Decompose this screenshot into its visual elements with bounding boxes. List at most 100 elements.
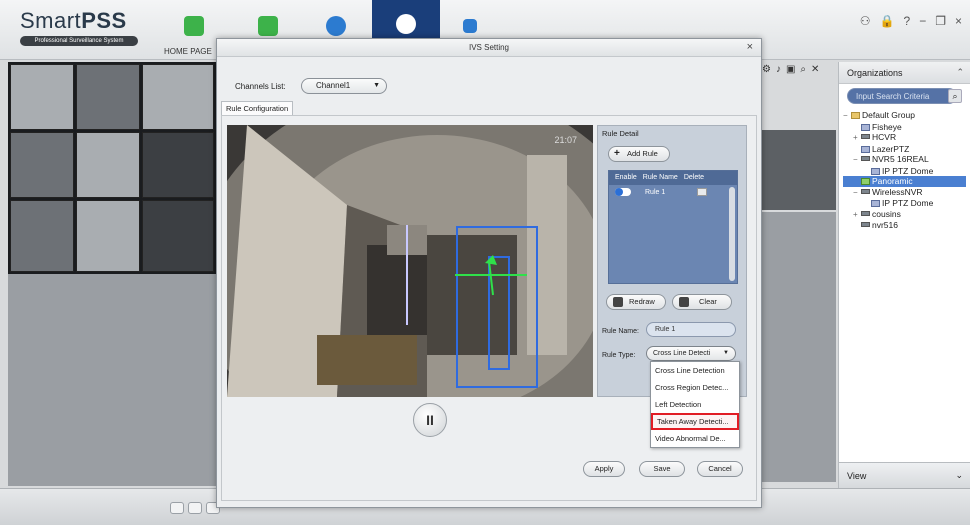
rule-type-option[interactable]: Video Abnormal De... (651, 430, 739, 447)
column-delete: Delete (683, 174, 705, 181)
trash-icon (679, 297, 689, 307)
tree-node[interactable]: + HCVR (843, 132, 966, 144)
video-cell[interactable] (142, 132, 214, 198)
device-icon (861, 210, 870, 216)
video-preview[interactable]: 21:07 (227, 125, 593, 397)
tab-rule-configuration[interactable]: Rule Configuration (221, 101, 294, 115)
layout-button[interactable] (188, 502, 202, 514)
tree-node[interactable]: − NVR5 16REAL (843, 154, 966, 166)
user-icon[interactable]: ⚇ (860, 14, 871, 28)
background-area (762, 212, 836, 482)
view-label: View (847, 471, 867, 481)
rule-type-option[interactable]: Cross Line Detection (651, 362, 739, 379)
tree-node[interactable]: Panoramic (843, 176, 966, 187)
tree-node[interactable]: nvr516 (843, 220, 966, 231)
video-cell[interactable] (76, 200, 140, 272)
close-icon[interactable]: × (955, 14, 962, 28)
video-cell[interactable] (76, 64, 140, 130)
layout-button[interactable] (170, 502, 184, 514)
view-footer[interactable]: View ⌄ (839, 462, 970, 488)
rule-name-input[interactable] (646, 322, 736, 337)
rule-detail-title: Rule Detail (602, 129, 639, 138)
table-row[interactable]: Rule 1 (609, 185, 737, 199)
rule-type-option[interactable]: Taken Away Detecti... (651, 413, 739, 430)
tree-node-label: Default Group (862, 110, 915, 120)
rule-type-option[interactable]: Left Detection (651, 396, 739, 413)
tree-node[interactable]: Fisheye (843, 122, 966, 133)
rule-detail-panel: Rule Detail + Add Rule Enable Rule Name … (597, 125, 747, 397)
redraw-icon (613, 297, 623, 307)
organizations-header[interactable]: Organizations ⌃ (839, 62, 970, 84)
rule-table-header: Enable Rule Name Delete (609, 171, 737, 185)
add-rule-button[interactable]: + Add Rule (608, 146, 670, 162)
video-toolbar: ⚙ ♪ ▣ ⌕ ✕ (762, 64, 819, 75)
video-cell[interactable] (142, 200, 214, 272)
record-icon[interactable]: ▣ (786, 64, 795, 75)
tree-node-label: nvr516 (872, 220, 898, 230)
minimize-icon[interactable]: − (919, 14, 926, 28)
organizations-title: Organizations (847, 68, 903, 78)
enable-toggle[interactable] (615, 188, 631, 196)
rule-table-scrollbar[interactable] (729, 187, 735, 281)
tree-node-label: NVR5 16REAL (872, 154, 929, 164)
tree-node[interactable]: IP PTZ Dome (843, 198, 966, 209)
channels-list-label: Channels List: (235, 82, 286, 91)
tree-node-label: WirelessNVR (872, 186, 923, 197)
video-cell[interactable] (10, 64, 74, 130)
zoom-icon[interactable]: ⌕ (800, 64, 806, 75)
app-logo: SmartPSS Professional Surveillance Syste… (20, 8, 138, 46)
rule-table: Enable Rule Name Delete Rule 1 (608, 170, 738, 284)
tree-node[interactable]: + cousins (843, 209, 966, 221)
logo-text-bold: PSS (81, 8, 127, 33)
expand-icon[interactable]: + (853, 210, 861, 221)
rule-type-select[interactable]: Cross Line Detecti ▼ (646, 346, 736, 361)
video-cell[interactable] (10, 132, 74, 198)
channels-select[interactable]: Channel1 ▼ (301, 78, 387, 94)
video-wall (8, 62, 216, 274)
collapse-icon[interactable]: − (853, 155, 861, 166)
save-button[interactable]: Save (639, 461, 685, 477)
chevron-down-icon[interactable]: ⌄ (955, 470, 963, 481)
dialog-title: IVS Setting (217, 39, 761, 57)
chevron-up-icon[interactable]: ⌃ (956, 67, 964, 78)
close-icon[interactable]: × (747, 41, 753, 53)
tree-node[interactable]: IP PTZ Dome (843, 166, 966, 177)
apply-button[interactable]: Apply (583, 461, 625, 477)
pause-button[interactable]: II (413, 403, 447, 437)
collapse-icon[interactable]: − (853, 188, 861, 199)
help-icon[interactable]: ? (904, 14, 911, 28)
settings-icon[interactable]: ⚙ (762, 64, 771, 75)
collapse-icon[interactable]: − (843, 111, 851, 122)
camera-icon (871, 200, 880, 207)
tree-node[interactable]: − Default Group (843, 110, 966, 122)
close-icon[interactable]: ✕ (811, 64, 819, 75)
restore-icon[interactable]: ❐ (935, 14, 946, 28)
tree-node-label: HCVR (872, 132, 897, 142)
rule-type-option[interactable]: Cross Region Detec... (651, 379, 739, 396)
video-cell[interactable] (10, 200, 74, 272)
tree-node[interactable]: LazerPTZ (843, 144, 966, 155)
clear-button[interactable]: Clear (672, 294, 732, 310)
fisheye-scene (227, 125, 593, 397)
video-cell[interactable] (142, 64, 214, 130)
audio-icon[interactable]: ♪ (776, 64, 781, 75)
rule-type-value: Cross Line Detecti (653, 350, 711, 357)
org-search: ⌕ (847, 88, 962, 104)
tree-node-label: LazerPTZ (872, 143, 910, 154)
video-cell[interactable] (76, 132, 140, 198)
cancel-button[interactable]: Cancel (697, 461, 743, 477)
column-rule-name: Rule Name (642, 174, 678, 181)
expand-icon[interactable]: + (853, 133, 861, 144)
tree-node[interactable]: − WirelessNVR (843, 187, 966, 199)
add-icon (463, 19, 477, 33)
folder-icon (851, 112, 860, 119)
empty-video-area (8, 274, 216, 486)
redraw-button[interactable]: Redraw (606, 294, 666, 310)
tree-node-label: cousins (872, 208, 901, 219)
delete-icon[interactable] (697, 188, 708, 196)
device-icon (861, 222, 870, 227)
home-tab[interactable] (176, 8, 212, 44)
lock-icon[interactable]: 🔒 (880, 14, 895, 28)
org-search-input[interactable] (847, 88, 957, 104)
search-icon[interactable]: ⌕ (948, 89, 962, 103)
